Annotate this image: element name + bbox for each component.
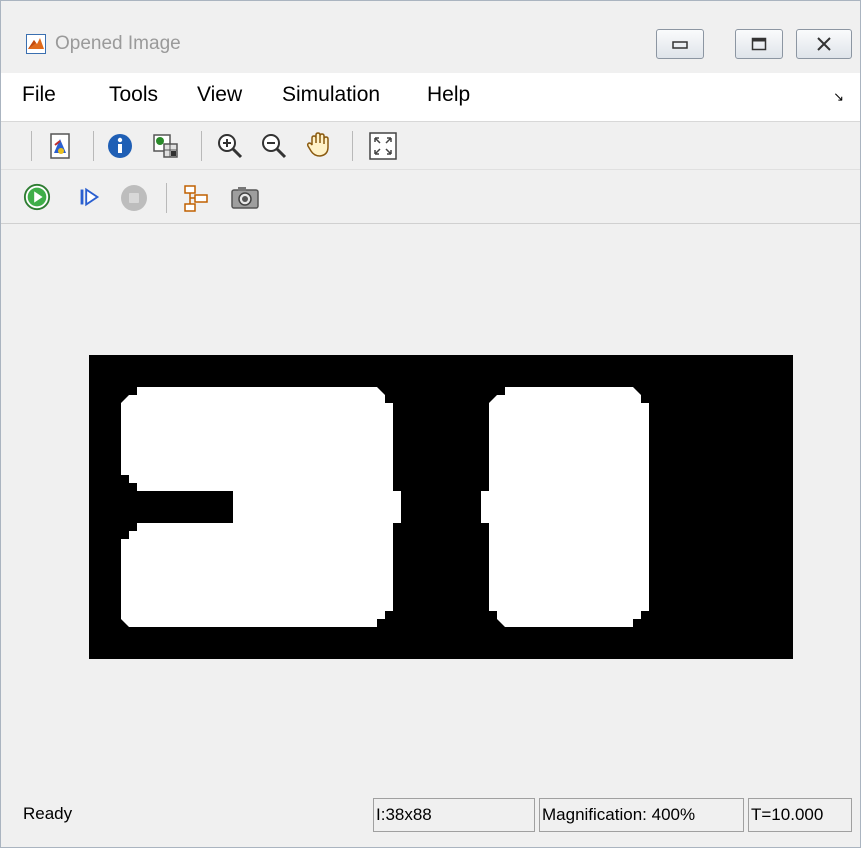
toolbar-separator — [166, 183, 167, 213]
left-white-shape — [121, 387, 401, 627]
canvas-top-border — [1, 223, 860, 224]
image-canvas[interactable] — [1, 227, 860, 791]
status-ready-text: Ready — [23, 804, 73, 823]
image-info-icon[interactable] — [105, 131, 135, 161]
close-button[interactable] — [796, 29, 852, 59]
menu-simulation[interactable]: Simulation — [282, 83, 380, 107]
minimize-icon — [672, 41, 688, 49]
menu-file[interactable]: File — [22, 83, 56, 107]
toolbar-separator — [201, 131, 202, 161]
status-simulation-time: T=10.000 — [748, 798, 852, 832]
pixel-region-icon[interactable] — [151, 131, 181, 161]
window-title: Opened Image — [55, 33, 181, 54]
close-icon — [817, 37, 831, 51]
title-bar[interactable]: Opened Image — [1, 1, 860, 65]
toolbar-separator-line — [1, 169, 860, 170]
fit-to-window-icon[interactable] — [368, 131, 398, 161]
status-image-dimensions: I:38x88 — [373, 798, 535, 832]
toolbar-separator — [31, 131, 32, 161]
opened-image-window: Opened Image File Tools View Simulation … — [0, 0, 861, 848]
toolbar-separator — [352, 131, 353, 161]
snapshot-icon[interactable] — [229, 184, 261, 212]
maximize-button[interactable] — [735, 29, 783, 59]
status-magnification: Magnification: 400% — [539, 798, 744, 832]
maximize-icon — [751, 37, 767, 51]
zoom-out-icon[interactable] — [259, 131, 289, 161]
highlight-model-icon[interactable] — [181, 183, 211, 213]
displayed-image[interactable] — [89, 355, 793, 659]
menu-tools[interactable]: Tools — [109, 83, 158, 107]
zoom-in-icon[interactable] — [215, 131, 245, 161]
matlab-logo-icon — [26, 34, 46, 54]
step-forward-icon[interactable] — [75, 183, 103, 211]
stop-simulation-icon[interactable] — [119, 183, 149, 213]
menu-separator — [1, 121, 860, 122]
menu-help[interactable]: Help — [427, 83, 470, 107]
right-white-shape — [481, 387, 649, 627]
menu-overflow-arrow[interactable]: ↘ — [833, 89, 844, 105]
toolbar-image-tools — [1, 123, 860, 169]
toolbar-simulation — [1, 171, 860, 221]
toolbar-separator — [93, 131, 94, 161]
minimize-button[interactable] — [656, 29, 704, 59]
menu-view[interactable]: View — [197, 83, 242, 107]
binary-image-content — [121, 387, 649, 627]
start-simulation-icon[interactable] — [23, 183, 51, 211]
menu-bar: File Tools View Simulation Help ↘ — [1, 73, 860, 121]
pan-hand-icon[interactable] — [304, 129, 334, 159]
status-bar: Ready I:38x88 Magnification: 400% T=10.0… — [1, 796, 860, 836]
export-to-workspace-icon[interactable] — [45, 131, 75, 161]
